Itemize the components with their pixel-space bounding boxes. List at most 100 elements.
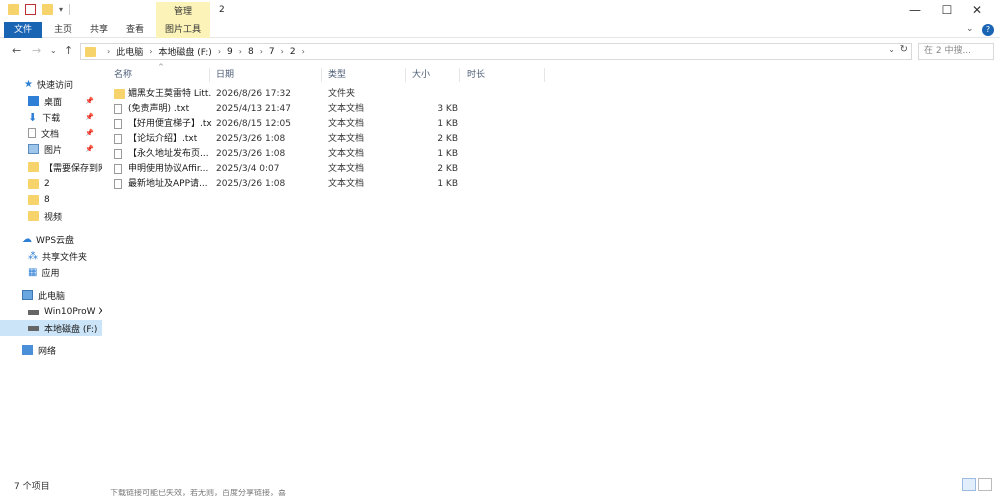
tab-share[interactable]: 共享 — [82, 22, 116, 38]
table-row[interactable]: 申明使用协议Affir... 2025/3/4 0:07 文本文档 2 KB — [110, 162, 470, 177]
sidebar-item-pictures[interactable]: 图片 📌 — [0, 141, 102, 157]
sidebar-item-shared-folder[interactable]: ⁂ 共享文件夹 — [0, 248, 102, 264]
file-size: 2 KB — [437, 164, 458, 174]
breadcrumb-8[interactable]: 8 — [248, 47, 254, 57]
address-bar[interactable]: › 此电脑 › 本地磁盘 (F:) › 9 › 8 › 7 › 2 › ⌄ ↻ — [80, 43, 912, 60]
document-icon — [28, 128, 36, 138]
file-type: 文本文档 — [328, 134, 365, 144]
file-date: 2025/3/4 0:07 — [216, 164, 280, 174]
folder-icon — [85, 46, 96, 57]
sidebar-item-label: 8 — [44, 195, 50, 205]
sidebar-item-desktop[interactable]: 桌面 📌 — [0, 93, 102, 109]
drive-icon — [28, 309, 39, 315]
breadcrumb-7[interactable]: 7 — [269, 47, 275, 57]
sidebar-item-label: 2 — [44, 179, 50, 189]
sidebar-item-drive-f[interactable]: 本地磁盘 (F:) — [0, 320, 102, 336]
sidebar-item-wps-cloud[interactable]: ☁ WPS云盘 — [0, 231, 102, 247]
chevron-right-icon: › — [259, 47, 263, 56]
chevron-right-icon: › — [149, 47, 153, 56]
sidebar-item-label: 桌面 — [44, 97, 63, 108]
ribbon-tabs: 文件 主页 共享 查看 图片工具 ⌄ ? — [0, 22, 1000, 38]
back-arrow-icon[interactable]: ← — [12, 44, 21, 58]
column-header-name[interactable]: 名称 — [112, 68, 210, 82]
sidebar-item-label: 应用 — [41, 268, 60, 279]
picture-icon — [28, 144, 39, 154]
file-name: 【论坛介绍】.txt — [128, 134, 198, 144]
sidebar-item-documents[interactable]: 文档 📌 — [0, 125, 102, 141]
table-row[interactable]: 【论坛介绍】.txt 2025/3/26 1:08 文本文档 2 KB — [110, 132, 470, 147]
tab-home[interactable]: 主页 — [46, 22, 80, 38]
minimize-button[interactable]: — — [900, 0, 930, 22]
sidebar-item-network[interactable]: 网络 — [0, 342, 102, 358]
breadcrumb-9[interactable]: 9 — [227, 47, 233, 57]
chevron-right-icon: › — [107, 47, 111, 56]
sidebar-item-folder-2[interactable]: 2 — [0, 176, 102, 192]
new-folder-icon[interactable] — [42, 4, 53, 15]
large-icons-view-icon[interactable] — [978, 478, 992, 491]
column-header-date[interactable]: 日期 — [214, 68, 322, 82]
file-date: 2025/3/26 1:08 — [216, 134, 286, 144]
column-headers: 名称 日期 类型 大小 时长 — [0, 66, 1000, 82]
sidebar-item-label: 视频 — [44, 212, 63, 223]
maximize-button[interactable]: ☐ — [932, 0, 962, 22]
refresh-icon[interactable]: ↻ — [900, 44, 908, 55]
folder-icon[interactable] — [8, 4, 19, 15]
sidebar-item-videos[interactable]: 视频 — [0, 208, 102, 224]
sidebar-item-save-folder[interactable]: 【需要保存到网 — [0, 159, 102, 175]
sidebar-item-label: 【需要保存到网 — [44, 163, 102, 174]
breadcrumb-drive-f[interactable]: 本地磁盘 (F:) — [158, 45, 211, 58]
sidebar-item-label: 此电脑 — [38, 291, 66, 302]
sidebar-item-label: Win10ProW X — [44, 307, 102, 317]
table-row[interactable]: 【好用便宜梯子】.txt 2026/8/15 12:05 文本文档 1 KB — [110, 117, 470, 132]
table-row[interactable]: 最新地址及APP请... 2025/3/26 1:08 文本文档 1 KB — [110, 177, 470, 192]
cloud-icon: ☁ — [22, 233, 32, 245]
forward-arrow-icon[interactable]: → — [32, 44, 41, 58]
navigation-bar: ← → ⌄ ↑ › 此电脑 › 本地磁盘 (F:) › 9 › 8 › 7 › … — [0, 40, 1000, 62]
navigation-pane: ★ 快速访问 桌面 📌 ⬇ 下载 📌 文档 📌 图片 📌 【需要保存到网 2 8… — [0, 66, 102, 470]
file-date: 2025/3/26 1:08 — [216, 179, 286, 189]
table-row[interactable]: (免责声明) .txt 2025/4/13 21:47 文本文档 3 KB — [110, 102, 470, 117]
tab-view[interactable]: 查看 — [118, 22, 152, 38]
table-row[interactable]: 媚黑女王莫雷特 Litt... 2026/8/26 17:32 文件夹 — [110, 87, 470, 102]
item-count: 7 个项目 — [14, 482, 50, 492]
toolbar-divider — [69, 4, 71, 15]
sidebar-item-downloads[interactable]: ⬇ 下载 📌 — [0, 109, 102, 125]
folder-icon — [28, 162, 39, 172]
sidebar-item-label: 共享文件夹 — [42, 252, 88, 263]
breadcrumb-this-pc[interactable]: 此电脑 — [116, 45, 143, 58]
chevron-right-icon: › — [280, 47, 284, 56]
column-header-size[interactable]: 大小 — [410, 68, 460, 82]
sidebar-item-label: 网络 — [38, 346, 57, 357]
file-date: 2026/8/26 17:32 — [216, 89, 291, 99]
help-icon[interactable]: ? — [982, 24, 994, 36]
sidebar-item-folder-8[interactable]: 8 — [0, 192, 102, 208]
close-button[interactable]: ✕ — [962, 0, 992, 22]
address-dropdown-icon[interactable]: ⌄ — [888, 45, 895, 54]
up-arrow-icon[interactable]: ↑ — [64, 44, 73, 58]
folder-icon — [28, 179, 39, 189]
expand-ribbon-icon[interactable]: ⌄ — [966, 24, 974, 34]
column-header-duration[interactable]: 时长 — [465, 68, 545, 82]
sidebar-item-apps[interactable]: ▦ 应用 — [0, 264, 102, 280]
column-header-type[interactable]: 类型 — [326, 68, 406, 82]
breadcrumb-2[interactable]: 2 — [290, 47, 296, 57]
sidebar-item-label: 下载 — [42, 113, 61, 124]
sidebar-item-label: 文档 — [41, 129, 60, 140]
file-type: 文本文档 — [328, 119, 365, 129]
manage-context-tab[interactable]: 管理 — [156, 2, 210, 22]
tab-picture-tools[interactable]: 图片工具 — [156, 22, 210, 38]
recent-locations-icon[interactable]: ⌄ — [50, 44, 57, 58]
table-row[interactable]: 【永久地址发布页... 2025/3/26 1:08 文本文档 1 KB — [110, 147, 470, 162]
properties-icon[interactable] — [25, 4, 36, 15]
share-icon: ⁂ — [28, 250, 38, 262]
pin-icon: 📌 — [85, 113, 94, 121]
file-type: 文本文档 — [328, 179, 365, 189]
network-icon — [22, 345, 33, 355]
sidebar-item-win10-drive[interactable]: Win10ProW X — [0, 304, 102, 320]
customize-dropdown-icon[interactable]: ▾ — [59, 5, 63, 14]
tab-file[interactable]: 文件 — [4, 22, 42, 38]
sidebar-item-this-pc[interactable]: 此电脑 — [0, 287, 102, 303]
search-input[interactable]: 在 2 中搜... — [918, 43, 994, 60]
text-file-icon — [114, 104, 122, 114]
file-size: 1 KB — [437, 149, 458, 159]
